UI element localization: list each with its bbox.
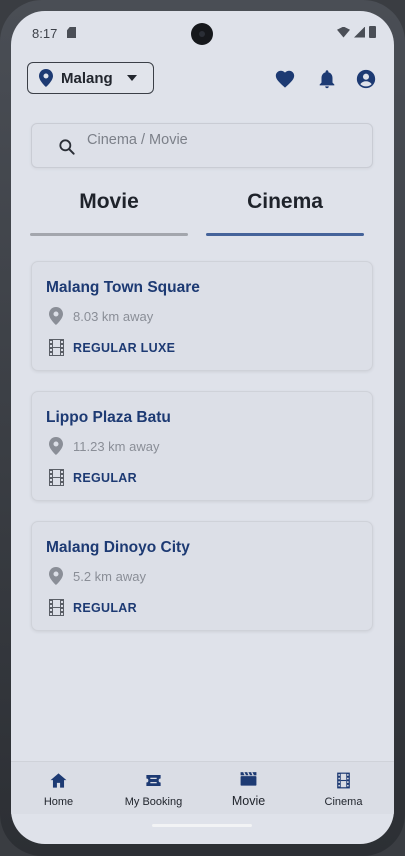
clapperboard-icon (240, 771, 257, 786)
location-selector[interactable]: Malang (27, 62, 154, 94)
signal-icon (354, 26, 365, 38)
status-time: 8:17 (32, 26, 58, 41)
cinema-distance: 11.23 km away (73, 439, 160, 454)
cinema-distance: 8.03 km away (73, 309, 154, 324)
location-pin-icon (49, 307, 63, 325)
front-camera (191, 23, 213, 45)
tab-cinema[interactable]: Cinema (206, 186, 364, 236)
bottom-navigation: Home My Booking Movie Cinema (11, 761, 394, 814)
bell-icon[interactable] (316, 68, 338, 90)
search-icon (59, 139, 75, 155)
search-input[interactable] (87, 124, 367, 167)
cinema-type: REGULAR (73, 601, 137, 615)
nav-my-booking[interactable]: My Booking (106, 762, 201, 815)
tab-movie-label: Movie (79, 190, 139, 213)
account-icon[interactable] (355, 68, 377, 90)
tab-movie-underline (30, 233, 188, 236)
phone-frame: 8:17 Malang Cinema / Movie Movie Cinema … (0, 0, 405, 856)
location-pin-icon (49, 437, 63, 455)
film-strip-icon (49, 469, 64, 486)
cinema-distance: 5.2 km away (73, 569, 146, 584)
cinema-name: Malang Town Square (46, 279, 200, 296)
nav-home-label: Home (43, 796, 74, 808)
location-pin-icon (49, 567, 63, 585)
gesture-bar[interactable] (152, 824, 252, 827)
tab-movie[interactable]: Movie (30, 186, 188, 236)
cinema-name: Malang Dinoyo City (46, 539, 190, 556)
ticket-icon (146, 774, 161, 787)
nav-my-booking-label: My Booking (124, 796, 183, 808)
cinema-name: Lippo Plaza Batu (46, 409, 171, 426)
battery-icon (369, 26, 376, 38)
app-screen: 8:17 Malang Cinema / Movie Movie Cinema … (11, 11, 394, 844)
cinema-card[interactable]: Malang Town Square 8.03 km away REGULAR … (31, 261, 373, 371)
film-strip-icon (49, 599, 64, 616)
nav-home[interactable]: Home (11, 762, 106, 815)
wifi-icon (337, 26, 350, 38)
film-icon (337, 772, 350, 789)
status-icons (337, 26, 376, 38)
cinema-type: REGULAR LUXE (73, 341, 176, 355)
cinema-type: REGULAR (73, 471, 137, 485)
status-bar: 8:17 (11, 11, 394, 55)
home-icon (50, 773, 67, 788)
nav-movie[interactable]: Movie (201, 762, 296, 815)
tab-cinema-label: Cinema (247, 190, 323, 213)
cinema-card[interactable]: Lippo Plaza Batu 11.23 km away REGULAR (31, 391, 373, 501)
sim-card-icon (67, 27, 76, 38)
location-pin-icon (39, 69, 53, 87)
chevron-down-icon (127, 75, 137, 81)
tab-cinema-indicator (206, 233, 364, 236)
film-strip-icon (49, 339, 64, 356)
nav-cinema-label: Cinema (324, 796, 363, 808)
nav-movie-label: Movie (231, 794, 266, 808)
nav-cinema[interactable]: Cinema (296, 762, 391, 815)
location-label: Malang (61, 69, 113, 87)
heart-icon[interactable] (274, 68, 296, 90)
cinema-card[interactable]: Malang Dinoyo City 5.2 km away REGULAR (31, 521, 373, 631)
search-box[interactable] (31, 123, 373, 168)
